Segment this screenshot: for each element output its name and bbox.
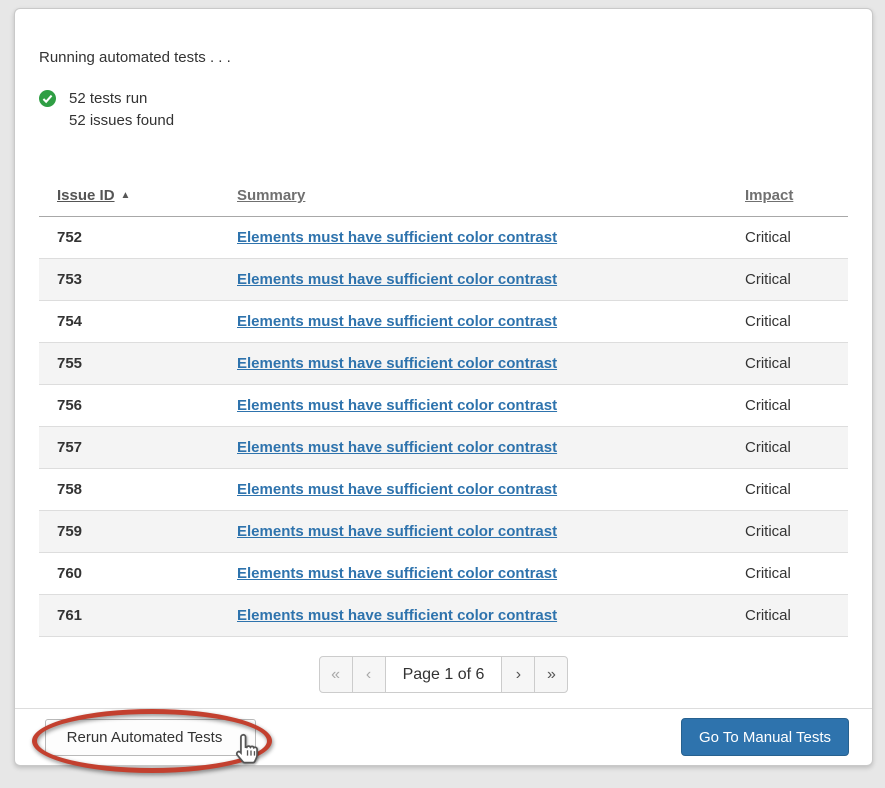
issue-id-cell: 753: [39, 259, 219, 301]
issues-found-text: 52 issues found: [69, 110, 174, 132]
summary-cell: Elements must have sufficient color cont…: [219, 511, 727, 553]
sort-ascending-icon: ▲: [121, 190, 131, 201]
issue-id-cell: 755: [39, 343, 219, 385]
impact-cell: Critical: [727, 553, 848, 595]
impact-cell: Critical: [727, 217, 848, 259]
issue-id-cell: 759: [39, 511, 219, 553]
status-lines: 52 tests run 52 issues found: [69, 88, 174, 132]
impact-cell: Critical: [727, 259, 848, 301]
issues-table: Issue ID▲ Summary Impact 752 Elements mus…: [39, 187, 848, 637]
pagination-first-button[interactable]: «: [319, 656, 353, 693]
issue-summary-link[interactable]: Elements must have sufficient color cont…: [237, 229, 557, 246]
pagination-page-label: Page 1 of 6: [385, 656, 503, 693]
pagination-last-button[interactable]: »: [534, 656, 568, 693]
issue-summary-link[interactable]: Elements must have sufficient color cont…: [237, 313, 557, 330]
table-row: 755 Elements must have sufficient color c…: [39, 343, 848, 385]
pagination-prev-button[interactable]: ‹: [352, 656, 386, 693]
table-row: 761 Elements must have sufficient color c…: [39, 595, 848, 637]
issues-table-body: 752 Elements must have sufficient color c…: [39, 217, 848, 637]
summary-cell: Elements must have sufficient color cont…: [219, 385, 727, 427]
issue-id-cell: 758: [39, 469, 219, 511]
issue-summary-link[interactable]: Elements must have sufficient color cont…: [237, 439, 557, 456]
table-row: 760 Elements must have sufficient color c…: [39, 553, 848, 595]
issue-id-cell: 756: [39, 385, 219, 427]
test-status-summary: 52 tests run 52 issues found: [39, 88, 848, 132]
summary-cell: Elements must have sufficient color cont…: [219, 217, 727, 259]
impact-cell: Critical: [727, 343, 848, 385]
table-header-row: Issue ID▲ Summary Impact: [39, 187, 848, 217]
issue-summary-link[interactable]: Elements must have sufficient color cont…: [237, 271, 557, 288]
column-header-impact[interactable]: Impact: [727, 187, 848, 217]
table-row: 759 Elements must have sufficient color c…: [39, 511, 848, 553]
table-row: 757 Elements must have sufficient color c…: [39, 427, 848, 469]
summary-cell: Elements must have sufficient color cont…: [219, 427, 727, 469]
column-header-summary[interactable]: Summary: [219, 187, 727, 217]
column-header-issue-id[interactable]: Issue ID▲: [39, 187, 219, 217]
issue-summary-link[interactable]: Elements must have sufficient color cont…: [237, 481, 557, 498]
running-status-text: Running automated tests . . .: [39, 9, 848, 66]
summary-cell: Elements must have sufficient color cont…: [219, 301, 727, 343]
go-to-manual-tests-button[interactable]: Go To Manual Tests: [681, 718, 849, 756]
issue-summary-link[interactable]: Elements must have sufficient color cont…: [237, 397, 557, 414]
pagination: « ‹ Page 1 of 6 › »: [39, 656, 848, 693]
impact-cell: Critical: [727, 511, 848, 553]
issue-summary-link[interactable]: Elements must have sufficient color cont…: [237, 565, 557, 582]
issue-id-cell: 757: [39, 427, 219, 469]
summary-cell: Elements must have sufficient color cont…: [219, 259, 727, 301]
impact-cell: Critical: [727, 469, 848, 511]
table-row: 753 Elements must have sufficient color c…: [39, 259, 848, 301]
impact-cell: Critical: [727, 427, 848, 469]
issue-summary-link[interactable]: Elements must have sufficient color cont…: [237, 355, 557, 372]
impact-cell: Critical: [727, 301, 848, 343]
automated-tests-results-card: Running automated tests . . . 52 tests r…: [14, 8, 873, 766]
issue-summary-link[interactable]: Elements must have sufficient color cont…: [237, 523, 557, 540]
pagination-next-button[interactable]: ›: [501, 656, 535, 693]
tests-run-text: 52 tests run: [69, 88, 174, 110]
impact-cell: Critical: [727, 385, 848, 427]
table-row: 752 Elements must have sufficient color c…: [39, 217, 848, 259]
summary-cell: Elements must have sufficient color cont…: [219, 469, 727, 511]
summary-cell: Elements must have sufficient color cont…: [219, 595, 727, 637]
table-row: 754 Elements must have sufficient color c…: [39, 301, 848, 343]
issue-id-cell: 760: [39, 553, 219, 595]
check-circle-icon: [39, 90, 56, 107]
impact-cell: Critical: [727, 595, 848, 637]
issue-summary-link[interactable]: Elements must have sufficient color cont…: [237, 607, 557, 624]
issue-id-cell: 752: [39, 217, 219, 259]
summary-cell: Elements must have sufficient color cont…: [219, 343, 727, 385]
issue-id-cell: 754: [39, 301, 219, 343]
summary-cell: Elements must have sufficient color cont…: [219, 553, 727, 595]
rerun-automated-tests-button[interactable]: Rerun Automated Tests: [45, 719, 256, 756]
table-row: 758 Elements must have sufficient color c…: [39, 469, 848, 511]
card-footer: Rerun Automated Tests Go To Manual Tests: [15, 708, 872, 765]
table-row: 756 Elements must have sufficient color c…: [39, 385, 848, 427]
issue-id-cell: 761: [39, 595, 219, 637]
